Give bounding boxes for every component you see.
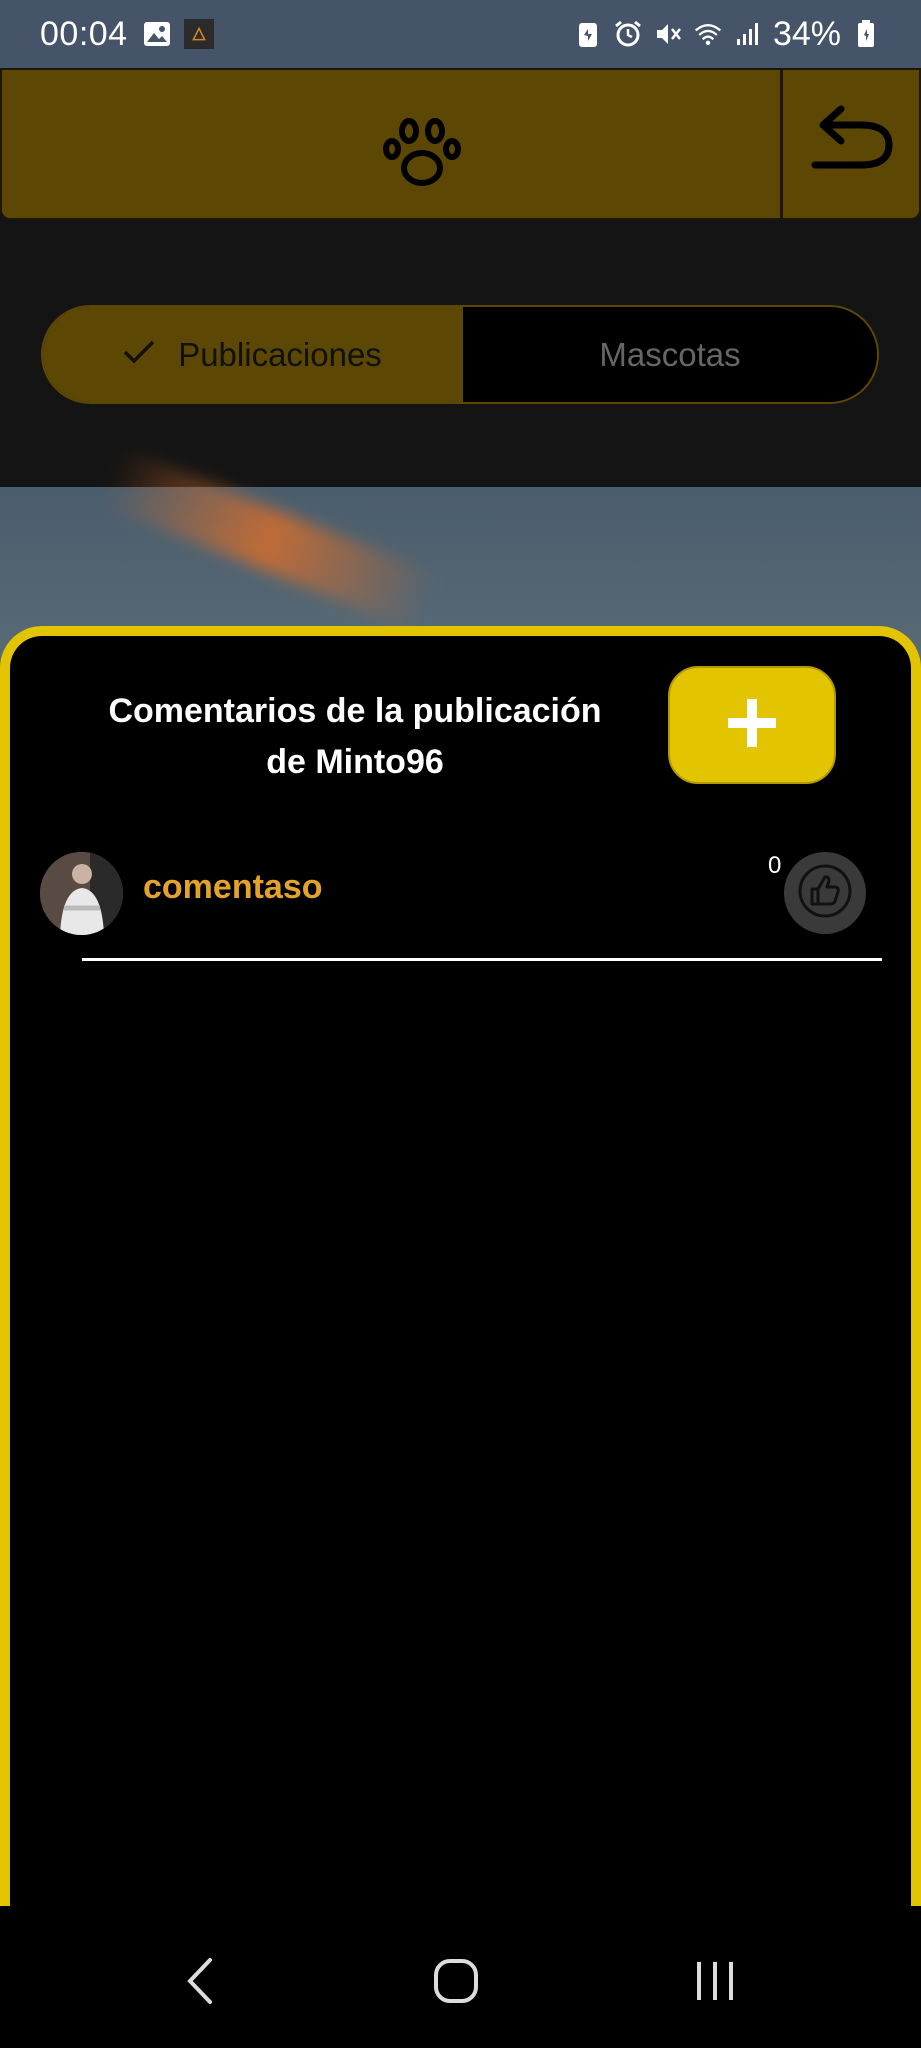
signal-icon [733,19,763,49]
tab-mascotas[interactable]: Mascotas [461,307,877,402]
tabs-segmented-control: Publicaciones Mascotas [41,305,879,404]
battery-percentage: 34% [772,14,841,53]
app-header [0,68,921,220]
comment-item: comentaso 0 [40,852,890,942]
recent-apps-icon[interactable] [685,1951,745,2011]
avatar[interactable] [40,852,123,935]
undo-arrow-icon [809,103,899,187]
status-time: 00:04 [40,14,128,53]
status-right-icons: 34% [573,15,881,54]
tab-publicaciones[interactable]: Publicaciones [43,307,461,402]
modal-title-line1: Comentarios de la publicación [108,692,602,730]
alarm-icon [613,19,643,49]
battery-saver-icon [573,19,603,49]
status-left-icons [142,19,214,49]
image-icon [142,19,172,49]
comment-divider [82,958,882,961]
thumbs-up-icon [797,863,853,923]
home-icon[interactable] [426,1951,486,2011]
tab-label: Mascotas [599,335,741,373]
back-icon[interactable] [170,1951,230,2011]
modal-title: Comentarios de la publicación de Minto96 [80,686,630,788]
check-icon [122,336,156,374]
comment-text: comentaso [143,868,323,906]
mute-icon [653,19,683,49]
comments-modal: Comentarios de la publicación de Minto96… [0,626,921,1906]
wifi-icon [693,19,723,49]
like-count: 0 [768,852,782,879]
status-bar: 00:04 34% [0,0,921,68]
app-notification-icon [183,19,214,49]
add-comment-button[interactable] [668,666,836,784]
paw-icon [382,112,462,192]
back-button[interactable] [780,70,921,220]
like-button[interactable] [784,852,866,934]
plus-icon [726,697,778,753]
navigation-bar [0,1906,921,2048]
battery-icon [851,19,881,49]
tab-label: Publicaciones [178,335,382,373]
modal-title-line2: de Minto96 [266,743,444,781]
